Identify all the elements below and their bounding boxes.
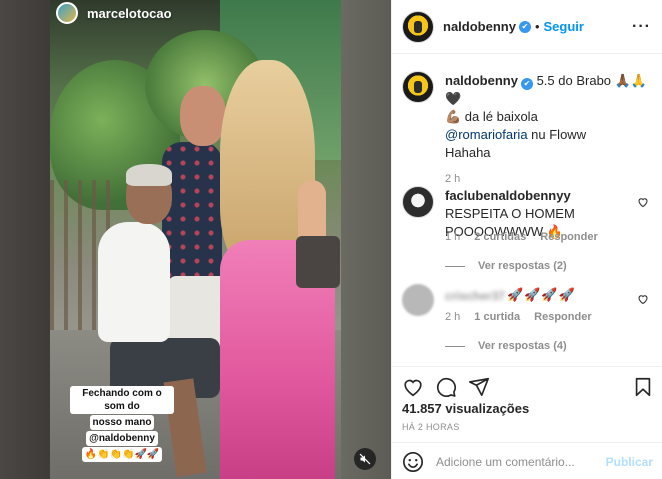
separator-dot: • <box>534 19 540 34</box>
view-replies-button[interactable]: Ver respostas (2) <box>445 260 567 272</box>
view-replies-label[interactable]: Ver respostas (2) <box>478 260 567 272</box>
mute-toggle-button[interactable] <box>354 448 376 470</box>
story-avatar[interactable] <box>56 2 78 24</box>
replies-divider <box>445 345 465 347</box>
story-username[interactable]: marcelotocao <box>87 6 172 21</box>
views-count[interactable]: 41.857 visualizações <box>402 401 529 416</box>
media-left-backdrop <box>0 0 50 479</box>
muted-speaker-icon <box>359 453 371 465</box>
sticker-line: nosso mano <box>89 415 155 430</box>
post-actions-section: 41.857 visualizações HÁ 2 HORAS Publicar <box>392 366 662 479</box>
comment-avatar[interactable] <box>402 284 434 316</box>
comment-like-heart-icon[interactable] <box>637 293 649 305</box>
video-handbag <box>296 236 340 288</box>
caption-mention-link[interactable]: @romariofaria <box>445 127 528 142</box>
add-comment-bar: Publicar <box>392 442 662 479</box>
action-icons-row <box>402 376 654 398</box>
post-details-panel: naldobenny ✔ • Seguir ··· naldobenny ✔ 5.… <box>391 0 662 479</box>
comment-likes-count[interactable]: 1 curtida <box>474 311 520 323</box>
video-person <box>126 164 172 186</box>
video-person-shirt-pattern <box>162 142 222 282</box>
caption-line: 💪🏽 da lé baixola <box>445 109 538 124</box>
comment-body: 🚀🚀🚀🚀 <box>507 287 576 302</box>
sticker-line: 🔥👏👏👏🚀🚀 <box>81 447 163 462</box>
comments-list[interactable]: naldobenny ✔ 5.5 do Brabo 🙏🏾🙏🖤 💪🏽 da lé b… <box>392 55 662 366</box>
caption-line: nu Floww <box>527 127 587 142</box>
post-media[interactable]: marcelotocao Fechando com o som do nosso… <box>0 0 391 479</box>
caption-text: naldobenny ✔ 5.5 do Brabo 🙏🏾🙏🖤 💪🏽 da lé b… <box>445 72 653 188</box>
comment-reply-button[interactable]: Responder <box>540 231 597 243</box>
caption-avatar[interactable] <box>402 71 434 103</box>
caption-line: Hahaha <box>445 145 491 160</box>
video-person <box>98 222 170 342</box>
verified-badge-icon: ✔ <box>520 78 533 90</box>
more-options-icon[interactable]: ··· <box>632 18 651 36</box>
comment-time: 1 h <box>445 231 461 243</box>
heart-icon[interactable] <box>402 376 424 398</box>
story-text-sticker: Fechando com o som do nosso mano @naldob… <box>70 386 174 463</box>
view-replies-button[interactable]: Ver respostas (4) <box>445 340 567 352</box>
follow-button[interactable]: Seguir <box>544 19 584 34</box>
comment-avatar[interactable] <box>402 186 434 218</box>
comment-meta: 1 h 2 curtidas Responder <box>445 231 598 243</box>
author-username[interactable]: naldobenny <box>443 19 516 34</box>
bookmark-icon[interactable] <box>632 376 654 398</box>
verified-badge-icon: ✔ <box>518 20 531 33</box>
post-timestamp: HÁ 2 HORAS <box>402 422 460 432</box>
comment-username[interactable]: crischer37 <box>445 289 505 303</box>
comment-reply-button[interactable]: Responder <box>534 311 591 323</box>
post-header: naldobenny ✔ • Seguir ··· <box>392 0 662 54</box>
replies-divider <box>445 265 465 267</box>
comment-like-heart-icon[interactable] <box>637 196 649 208</box>
sticker-line: @naldobenny <box>86 431 158 446</box>
video-person <box>180 86 226 146</box>
story-header: marcelotocao <box>56 0 172 26</box>
comment-username[interactable]: faclubenaldobennyy <box>445 188 571 203</box>
share-icon[interactable] <box>468 376 490 398</box>
comment-meta: 2 h 1 curtida Responder <box>445 311 592 323</box>
comment-input[interactable] <box>436 454 606 469</box>
publish-button[interactable]: Publicar <box>606 455 653 469</box>
media-right-backdrop <box>341 0 391 479</box>
comment-time: 2 h <box>445 311 461 323</box>
sticker-line: Fechando com o som do <box>70 386 174 414</box>
caption-username[interactable]: naldobenny <box>445 73 518 88</box>
caption-time: 2 h <box>445 173 461 185</box>
comment-icon[interactable] <box>435 376 457 398</box>
author-avatar[interactable] <box>402 10 434 43</box>
view-replies-label[interactable]: Ver respostas (4) <box>478 340 567 352</box>
emoji-icon[interactable] <box>402 451 424 473</box>
comment-likes-count[interactable]: 2 curtidas <box>474 231 526 243</box>
